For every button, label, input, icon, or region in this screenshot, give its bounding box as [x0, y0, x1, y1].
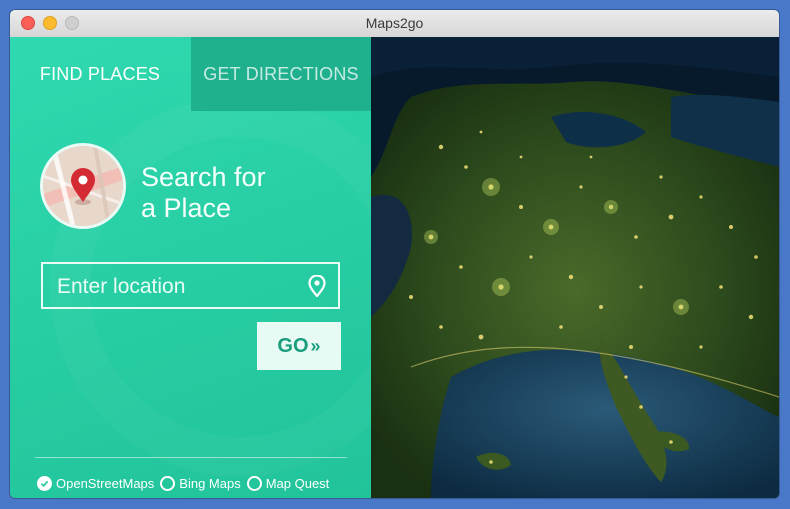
map-provider-options: OpenStreetMaps Bing Maps Map Quest	[37, 473, 335, 493]
earth-night-image	[371, 37, 779, 498]
radio-button-icon[interactable]	[246, 475, 262, 491]
location-input[interactable]	[55, 264, 299, 309]
provider-bing-maps[interactable]: Bing Maps	[160, 475, 241, 491]
search-heading-line2: a Place	[141, 193, 232, 223]
tab-find-places[interactable]: FIND PLACES	[10, 37, 190, 111]
go-button[interactable]: GO »	[257, 322, 341, 370]
map-pin-badge-icon	[40, 143, 126, 229]
location-pin-icon[interactable]	[307, 275, 327, 297]
title-bar[interactable]: Maps2go	[10, 10, 779, 38]
go-button-label: GO	[277, 334, 309, 357]
provider-map-quest[interactable]: Map Quest	[246, 475, 330, 491]
search-panel: FIND PLACES GET DIRECTIONS Search for a …	[10, 37, 371, 498]
double-chevron-right-icon: »	[310, 335, 321, 356]
provider-label: Map Quest	[265, 475, 330, 491]
europe-at-night-illustration	[371, 37, 779, 498]
radio-button-icon[interactable]	[160, 475, 176, 491]
provider-openstreetmaps[interactable]: OpenStreetMaps	[37, 475, 155, 491]
checkmark-icon[interactable]	[37, 475, 52, 491]
window-title: Maps2go	[365, 15, 424, 31]
tab-get-directions[interactable]: GET DIRECTIONS	[191, 37, 371, 111]
search-heading: Search for a Place	[141, 162, 341, 224]
app-window: Maps2go FIND PLACES GET DIRECTIONS Searc…	[10, 10, 779, 498]
divider	[35, 457, 347, 458]
search-heading-line1: Search for	[141, 162, 266, 192]
provider-label: Bing Maps	[179, 475, 241, 491]
provider-label: OpenStreetMaps	[56, 475, 155, 491]
location-field[interactable]	[41, 262, 340, 309]
